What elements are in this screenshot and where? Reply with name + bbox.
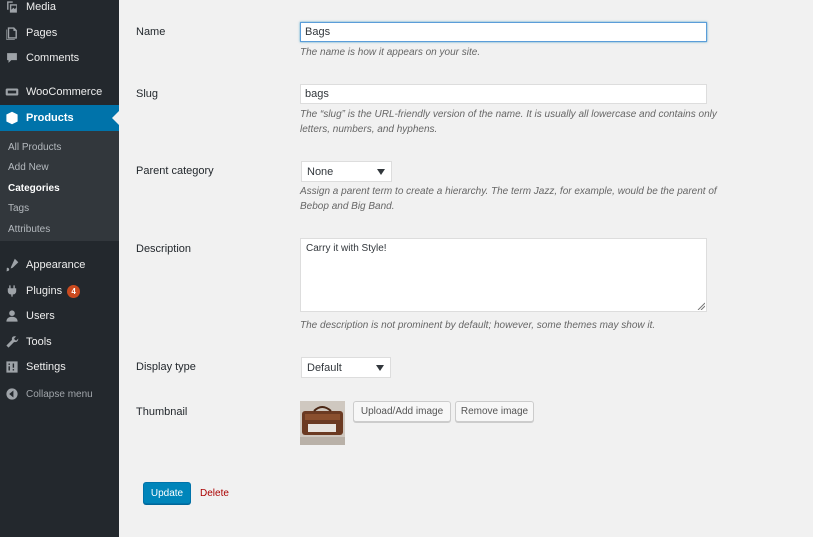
sidebar-item-woocommerce[interactable]: WooCommerce	[0, 79, 119, 105]
collapse-arrow-icon	[5, 387, 19, 401]
description-help: The description is not prominent by defa…	[300, 320, 656, 331]
thumbnail-label: Thumbnail	[136, 406, 188, 418]
sidebar-item-comments[interactable]: Comments	[0, 45, 119, 71]
remove-image-button[interactable]: Remove image	[455, 401, 534, 422]
resize-grip-icon[interactable]	[697, 302, 705, 310]
submenu-add-new[interactable]: Add New	[8, 162, 49, 173]
delete-link[interactable]: Delete	[200, 488, 229, 499]
slug-label: Slug	[136, 88, 159, 100]
media-icon	[5, 0, 19, 14]
pages-icon	[5, 26, 19, 40]
products-submenu: All Products Add New Categories Tags Att…	[0, 131, 119, 241]
submenu-attributes[interactable]: Attributes	[8, 224, 50, 235]
sidebar-item-media[interactable]: Media	[0, 0, 119, 20]
name-input[interactable]	[300, 22, 707, 42]
sidebar-item-tools[interactable]: Tools	[0, 329, 119, 355]
appearance-icon	[5, 258, 19, 272]
admin-sidebar: Media Pages Comments WooCommerce Product…	[0, 0, 119, 537]
slug-description: The “slug” is the URL-friendly version o…	[300, 109, 717, 135]
parent-category-select[interactable]: None	[301, 161, 392, 182]
upload-add-image-button[interactable]: Upload/Add image	[353, 401, 451, 422]
plugins-icon	[5, 284, 19, 298]
submenu-tags[interactable]: Tags	[8, 203, 29, 214]
dropdown-arrow-icon	[377, 168, 385, 175]
parent-category-description: Assign a parent term to create a hierarc…	[300, 186, 717, 212]
settings-icon	[5, 360, 19, 374]
sidebar-item-products[interactable]: Products	[0, 105, 119, 131]
sidebar-item-settings[interactable]: Settings	[0, 354, 119, 380]
name-label: Name	[136, 26, 166, 38]
description-label: Description	[136, 243, 192, 255]
display-type-label: Display type	[136, 361, 196, 373]
name-description: The name is how it appears on your site.	[300, 47, 481, 58]
submenu-categories[interactable]: Categories	[8, 183, 60, 194]
users-icon	[5, 309, 19, 323]
sidebar-item-users[interactable]: Users	[0, 303, 119, 329]
parent-category-label: Parent category	[136, 165, 214, 177]
collapse-menu-button[interactable]: Collapse menu	[0, 381, 119, 407]
submenu-all-products[interactable]: All Products	[8, 142, 61, 153]
sidebar-item-appearance[interactable]: Appearance	[0, 252, 119, 278]
tools-icon	[5, 335, 19, 349]
slug-input[interactable]	[300, 84, 707, 104]
thumbnail-image	[300, 401, 345, 445]
products-icon	[5, 111, 19, 125]
display-type-select[interactable]: Default	[301, 357, 391, 378]
comments-icon	[5, 51, 19, 65]
description-textarea[interactable]: Carry it with Style!	[300, 238, 707, 312]
sidebar-item-pages[interactable]: Pages	[0, 20, 119, 46]
plugins-update-badge: 4	[67, 284, 81, 298]
sidebar-item-plugins[interactable]: Plugins 4	[0, 278, 119, 304]
dropdown-arrow-icon	[376, 364, 384, 371]
bag-thumbnail-icon	[300, 401, 345, 445]
woocommerce-icon	[5, 85, 19, 99]
update-button[interactable]: Update	[143, 482, 191, 504]
